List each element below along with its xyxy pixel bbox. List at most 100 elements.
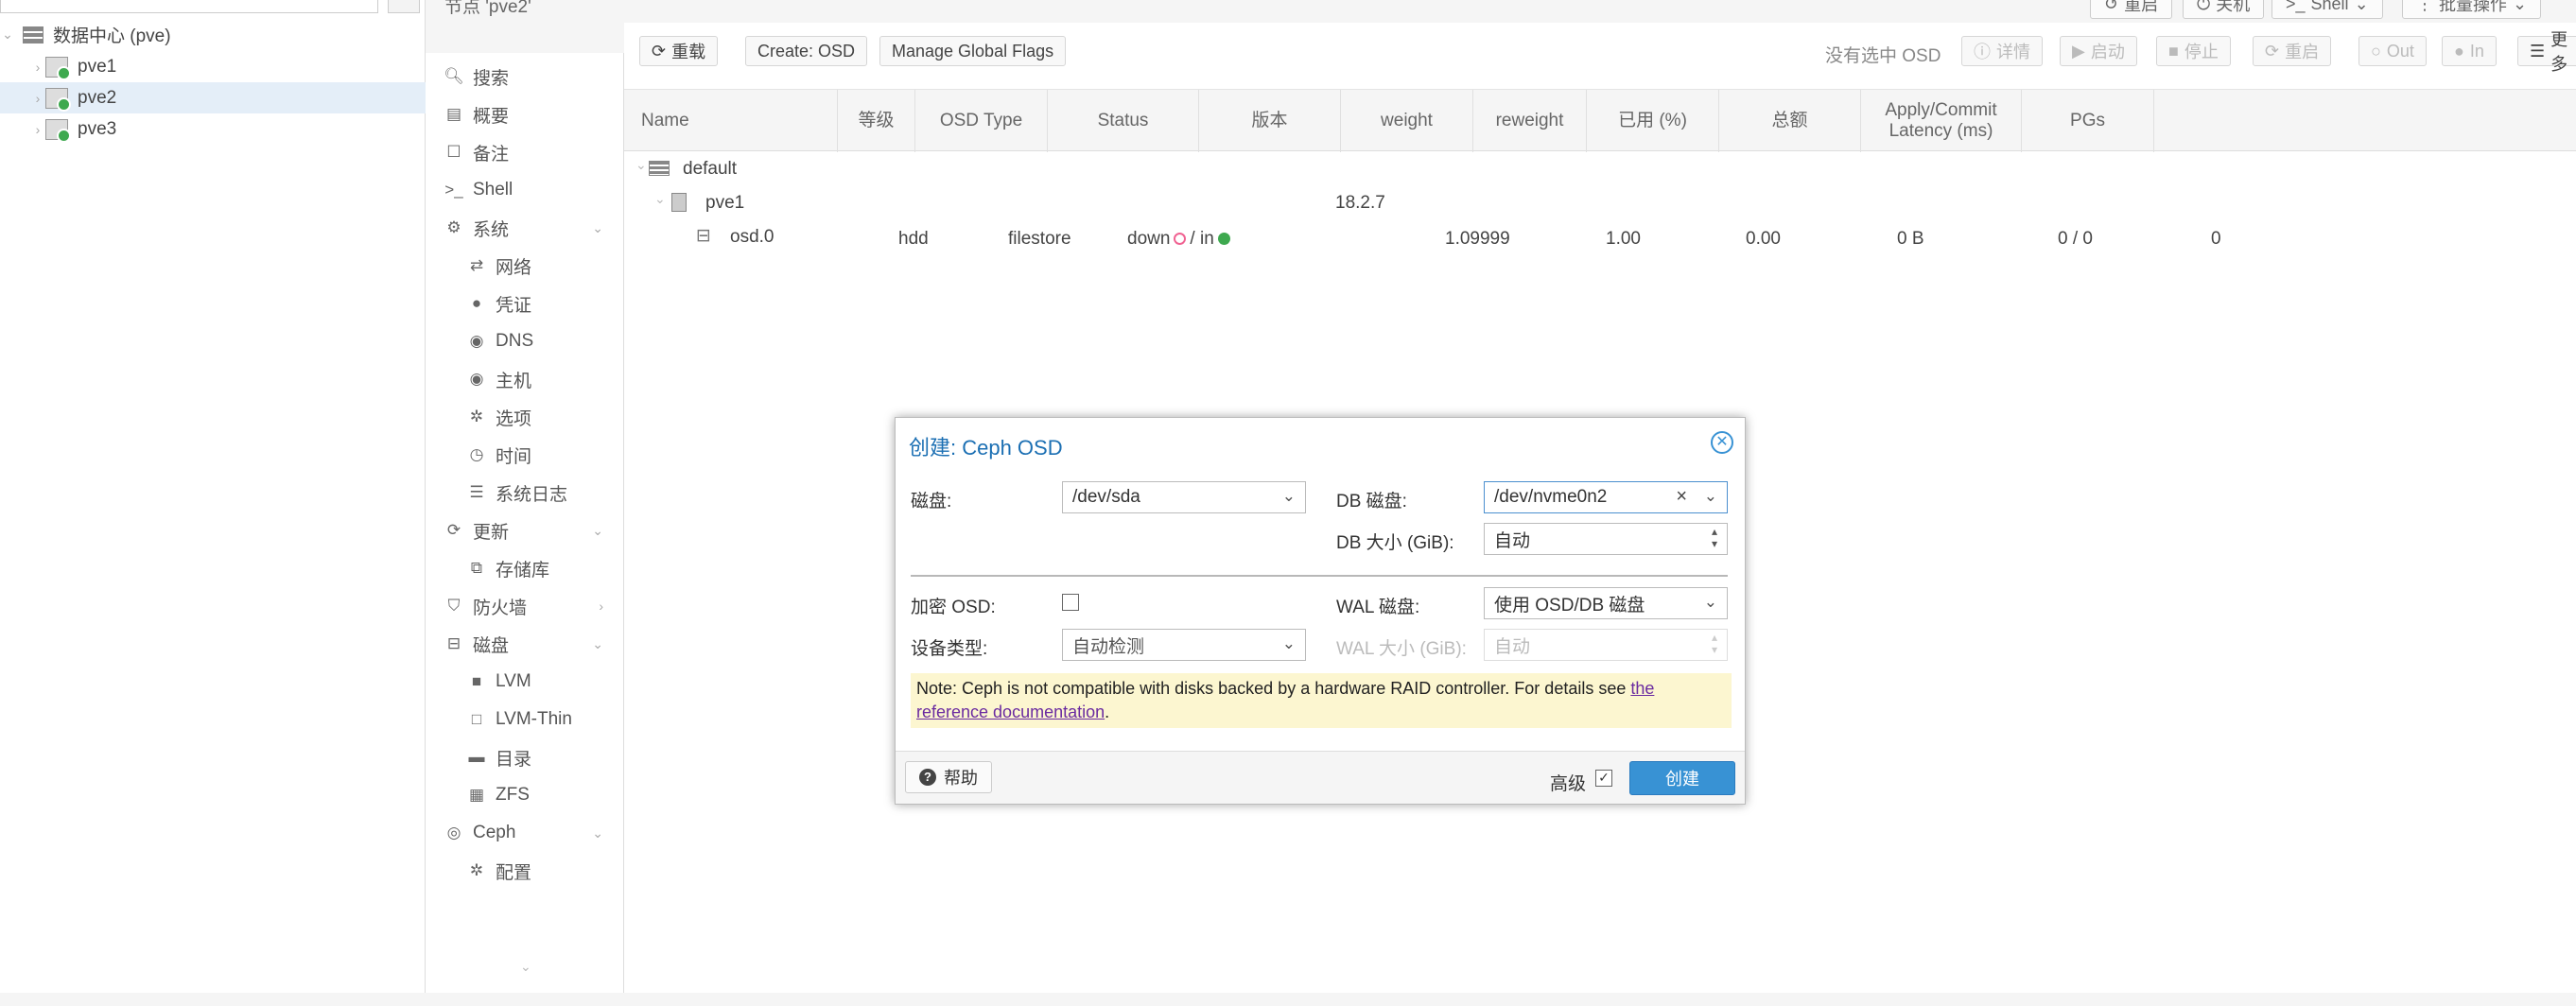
power-icon: ⏻ [2197, 0, 2211, 13]
column-header-total[interactable]: 总额 [1719, 90, 1861, 152]
nav-item-firewall[interactable]: ⛉ 防火墙 › [426, 587, 624, 625]
datacenter-icon [23, 26, 44, 43]
column-header-status[interactable]: Status [1048, 90, 1199, 152]
refresh-icon: ⟳ [652, 41, 667, 61]
ceph-icon: ◎ [446, 824, 461, 841]
encrypt-osd-checkbox[interactable] [1062, 594, 1079, 611]
chevron-down-icon: ⌄ [1281, 487, 1296, 505]
nav-item-search[interactable]: 🔍︎ 搜索 [426, 58, 624, 95]
root-name: default [683, 159, 738, 179]
nav-item-system[interactable]: ⚙ 系统 ⌄ [426, 209, 624, 247]
column-header-pgs[interactable]: PGs [2022, 90, 2154, 152]
reload-button[interactable]: ⟳ 重载 [639, 36, 719, 66]
chevron-down-icon: ⌄ [2, 26, 13, 42]
nav-item-syslog[interactable]: ☰ 系统日志 [426, 474, 624, 512]
encrypt-osd-label: 加密 OSD: [911, 598, 996, 617]
wal-size-spinner[interactable]: 自动 ▴ ▾ [1484, 629, 1728, 661]
device-class-select[interactable]: 自动检测 ⌄ [1062, 629, 1306, 661]
column-header-name[interactable]: Name [624, 90, 838, 152]
create-osd-dialog: 创建: Ceph OSD ✕ 磁盘: /dev/sda ⌄ DB 磁盘: /de… [895, 417, 1746, 805]
tree-view-button[interactable] [388, 0, 420, 13]
tree-item-label: 数据中心 (pve) [53, 26, 171, 46]
osd-start-button[interactable]: ▶ 启动 [2060, 36, 2137, 66]
scroll-down-icon[interactable]: ⌄ [520, 959, 531, 975]
shutdown-button[interactable]: ⏻ 关机 [2183, 0, 2265, 19]
manage-global-flags-button[interactable]: Manage Global Flags [879, 36, 1067, 66]
column-header-weight[interactable]: weight [1341, 90, 1473, 152]
db-size-spinner[interactable]: 自动 ▴ ▾ [1484, 523, 1728, 555]
close-icon[interactable]: ✕ [1711, 431, 1733, 454]
nav-item-ceph-config[interactable]: ✲ 配置 [426, 852, 624, 890]
osd-in-button[interactable]: ● In [2442, 36, 2497, 66]
dialog-footer: ? 帮助 高级 ✓ 创建 [896, 751, 1745, 804]
create-button[interactable]: 创建 [1629, 761, 1735, 795]
osd-stop-button[interactable]: ■ 停止 [2156, 36, 2231, 66]
nav-item-certificates[interactable]: ● 凭证 [426, 285, 624, 322]
nav-item-zfs[interactable]: ▦ ZFS [426, 776, 624, 814]
clock-icon: ◷ [469, 445, 484, 463]
nav-item-shell[interactable]: >_ Shell [426, 171, 624, 209]
osd-latency: 0 / 0 [2058, 229, 2093, 249]
disk-icon: ⊟ [446, 634, 461, 652]
cogs-icon: ⚙ [446, 218, 461, 236]
nav-item-lvm[interactable]: ■ LVM [426, 663, 624, 701]
osd-out-button[interactable]: ○ Out [2358, 36, 2427, 66]
reference-docs-link[interactable]: reference documentation [916, 702, 1105, 721]
column-header-osd-type[interactable]: OSD Type [915, 90, 1048, 152]
nav-item-notes[interactable]: ☐ 备注 [426, 133, 624, 171]
nav-item-updates[interactable]: ⟳ 更新 ⌄ [426, 512, 624, 549]
disk-label: 磁盘: [911, 492, 952, 512]
column-header-used[interactable]: 已用 (%) [1587, 90, 1719, 152]
column-header-reweight[interactable]: reweight [1473, 90, 1587, 152]
help-button[interactable]: ? 帮助 [905, 761, 992, 793]
tree-item-datacenter[interactable]: ⌄ 数据中心 (pve) [0, 19, 426, 50]
chevron-down-icon: ⌄ [654, 191, 666, 206]
nav-item-directory[interactable]: ▬ 目录 [426, 738, 624, 776]
nav-item-dns[interactable]: ◉ DNS [426, 322, 624, 360]
node-online-icon [45, 87, 71, 112]
nav-item-repositories[interactable]: ⧉ 存储库 [426, 549, 624, 587]
gear-icon: ✲ [469, 861, 484, 879]
more-button[interactable]: ☰ 更多 [2517, 30, 2576, 74]
shell-button[interactable]: >_ Shell ⌄ [2271, 0, 2383, 19]
shield-icon: ⛉ [447, 597, 461, 615]
wal-disk-select[interactable]: 使用 OSD/DB 磁盘 ⌄ [1484, 587, 1728, 619]
globe-icon: ◉ [469, 332, 484, 350]
nav-item-disks[interactable]: ⊟ 磁盘 ⌄ [426, 625, 624, 663]
osd-restart-button[interactable]: ⟳ 重启 [2253, 36, 2332, 66]
ellipsis-icon: ⋮ [2416, 0, 2433, 13]
db-disk-select[interactable]: /dev/nvme0n2 × ⌄ [1484, 481, 1728, 513]
spinner-icon[interactable]: ▴ ▾ [1712, 526, 1717, 550]
clear-icon[interactable]: × [1676, 486, 1687, 508]
host-name: pve1 [705, 193, 745, 213]
osd-type: filestore [1008, 229, 1071, 249]
refresh-icon: ⟳ [2265, 41, 2280, 61]
column-header-latency[interactable]: Apply/Commit Latency (ms) [1861, 90, 2022, 152]
osd-details-button[interactable]: ⓘ 详情 [1961, 36, 2043, 66]
bulk-actions-button[interactable]: ⋮ 批量操作 ⌄ [2402, 0, 2542, 19]
disk-select[interactable]: /dev/sda ⌄ [1062, 481, 1306, 513]
advanced-checkbox[interactable]: ✓ [1595, 770, 1612, 787]
reboot-button[interactable]: ↺ 重启 [2090, 0, 2173, 19]
nav-item-options[interactable]: ✲ 选项 [426, 398, 624, 436]
osd-total: 0 B [1897, 229, 1924, 249]
osd-pgs: 0 [2211, 229, 2221, 249]
osd-class: hdd [898, 229, 929, 249]
column-header-version[interactable]: 版本 [1199, 90, 1341, 152]
nav-item-network[interactable]: ⇄ 网络 [426, 247, 624, 285]
tree-item-node[interactable]: › pve2 [0, 82, 426, 113]
nav-item-summary[interactable]: ▤ 概要 [426, 95, 624, 133]
reference-docs-link[interactable]: the [1630, 679, 1654, 698]
nav-item-lvm-thin[interactable]: □ LVM-Thin [426, 701, 624, 738]
wal-disk-label: WAL 磁盘: [1336, 598, 1420, 617]
nav-item-hosts[interactable]: ◉ 主机 [426, 360, 624, 398]
nav-item-time[interactable]: ◷ 时间 [426, 436, 624, 474]
tree-item-node[interactable]: › pve1 [0, 51, 426, 82]
tree-search-input[interactable] [0, 0, 378, 13]
terminal-icon: >_ [444, 181, 463, 199]
nav-item-ceph[interactable]: ◎ Ceph ⌄ [426, 814, 624, 852]
column-header-class[interactable]: 等级 [838, 90, 915, 152]
tree-item-node[interactable]: › pve3 [0, 113, 426, 145]
create-osd-button[interactable]: Create: OSD [745, 36, 868, 66]
chevron-down-icon: ⌄ [592, 522, 603, 538]
